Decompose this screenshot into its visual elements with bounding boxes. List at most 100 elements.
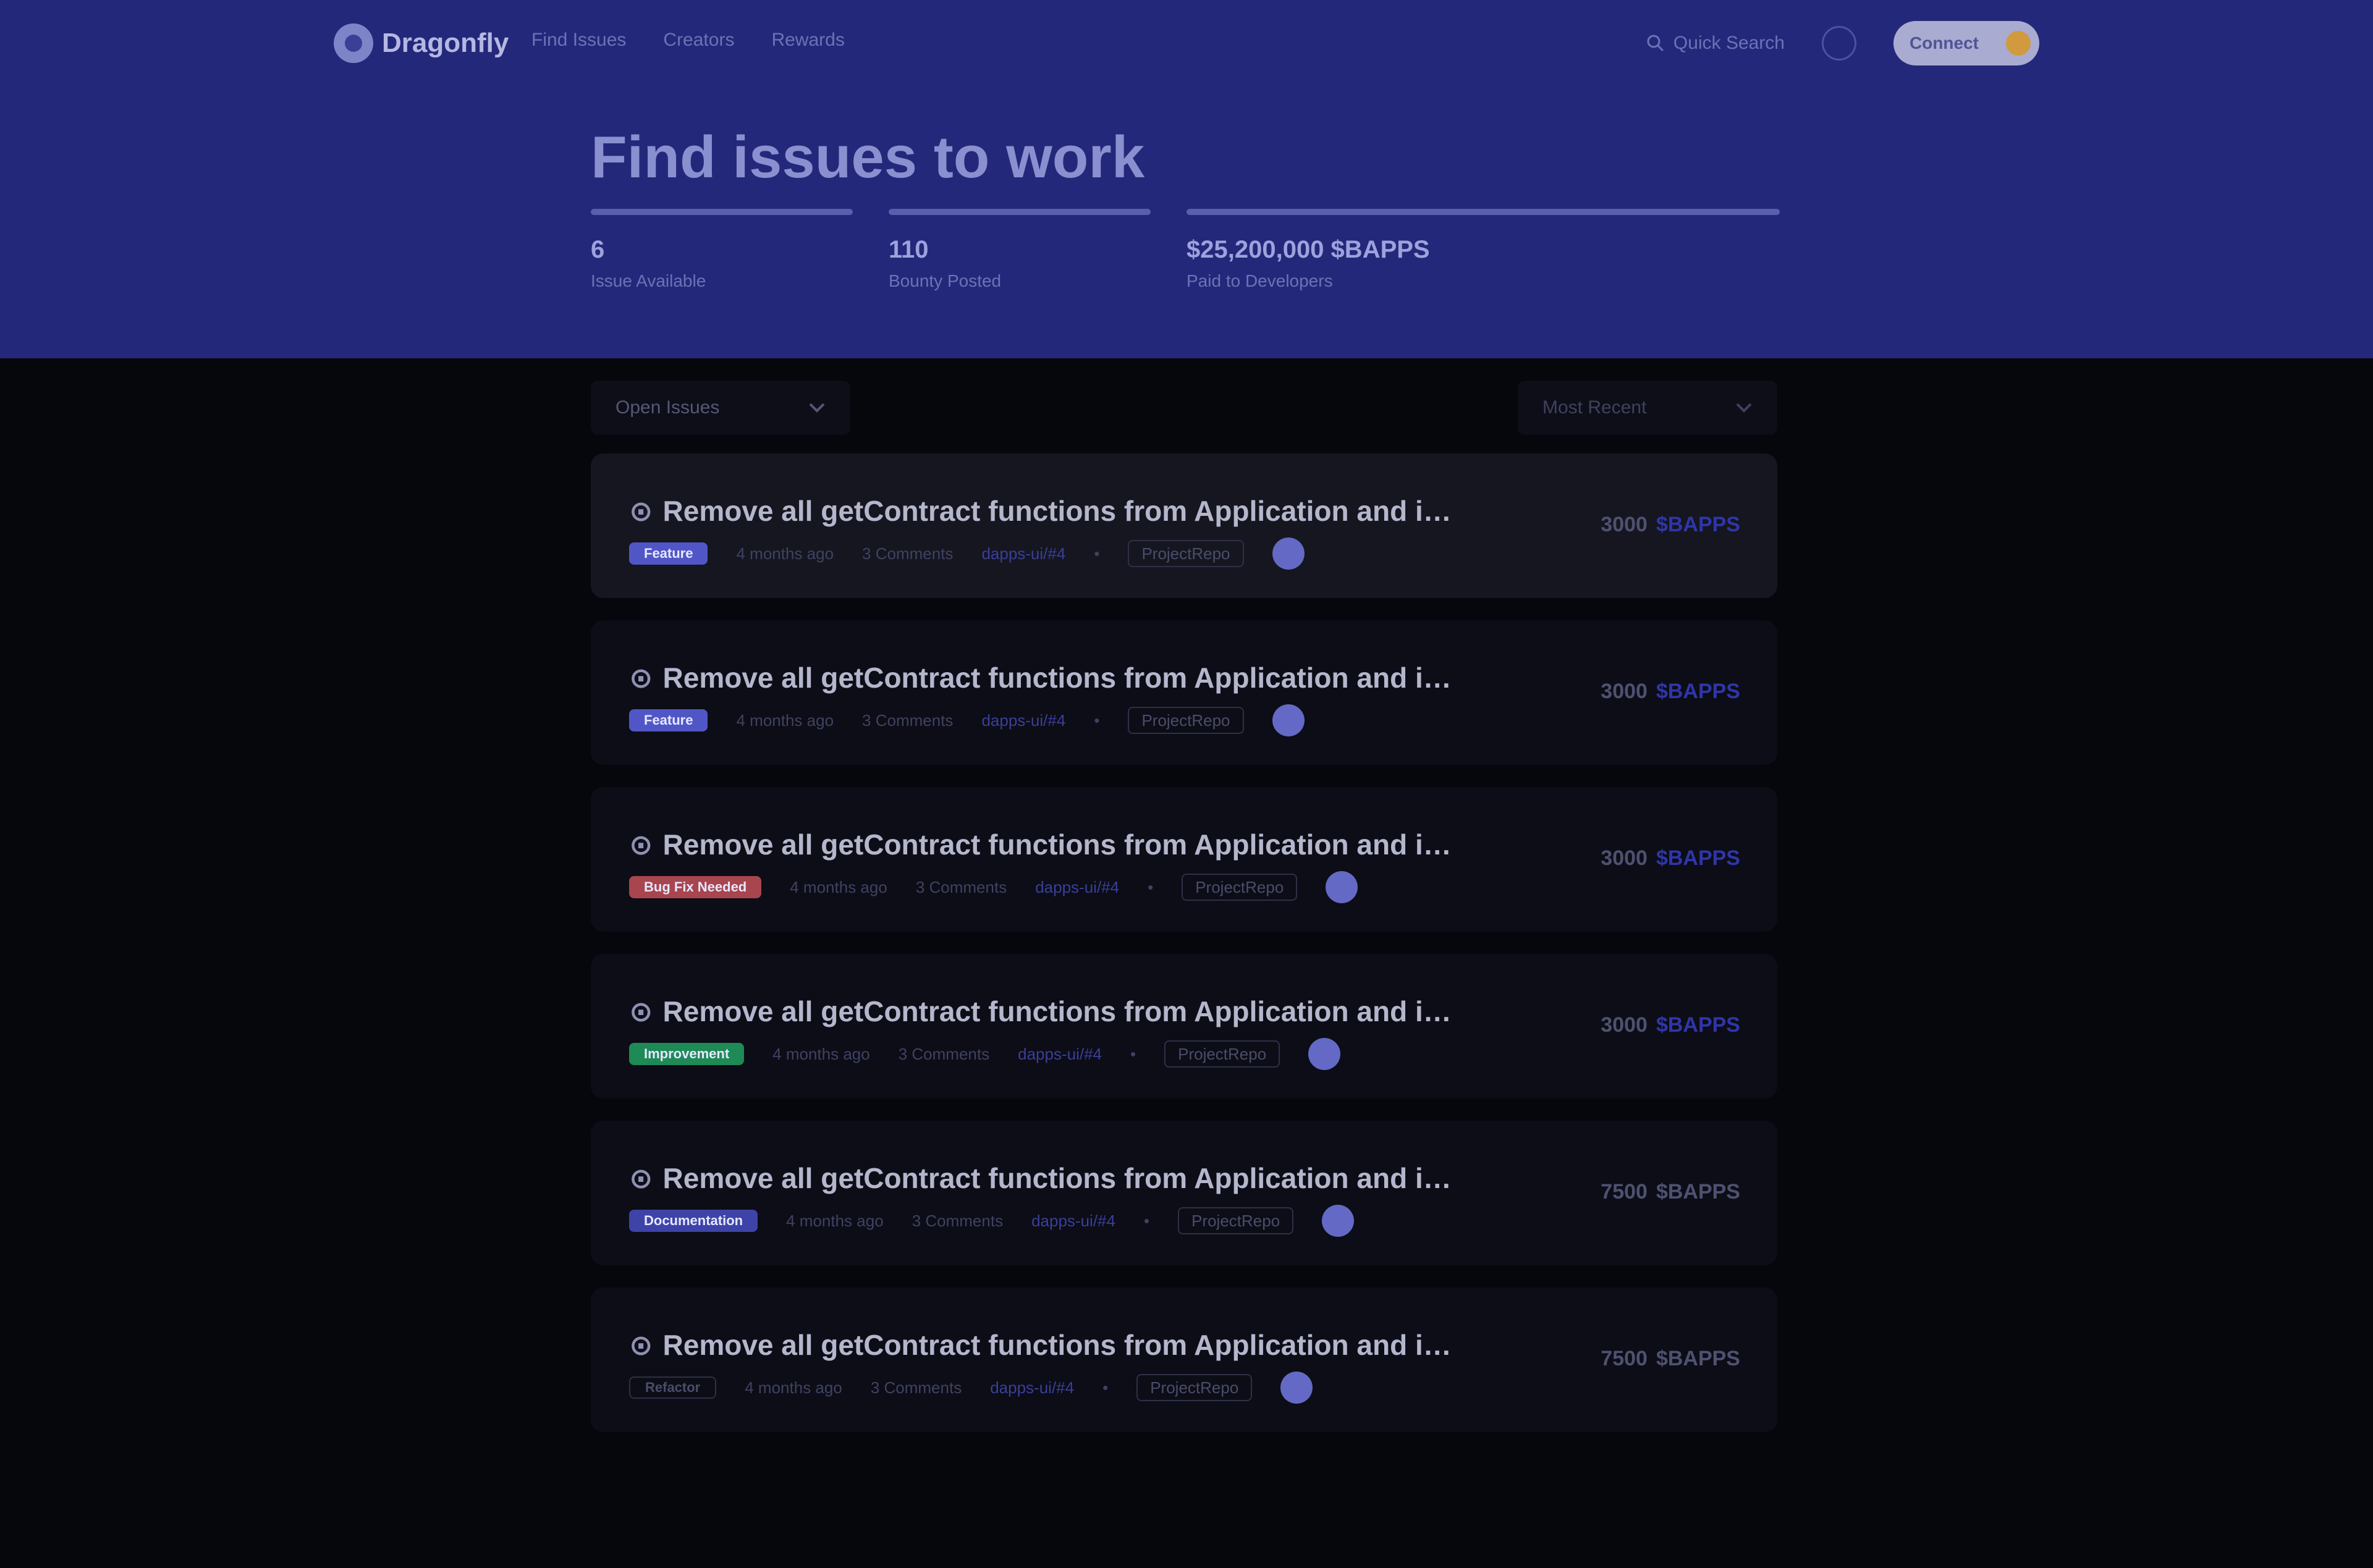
stat-bar bbox=[591, 209, 853, 215]
main-nav: Find Issues Creators Rewards bbox=[531, 30, 845, 51]
issue-list: ⊙ Remove all getContract functions from A… bbox=[591, 453, 1777, 1454]
reward-amount: 3000 bbox=[1601, 680, 1648, 703]
separator-dot: • bbox=[1148, 877, 1154, 896]
issue-filter-dropdown[interactable]: Open Issues bbox=[591, 381, 850, 435]
stat-value: 110 bbox=[889, 236, 929, 263]
reward-currency: $BAPPS bbox=[1656, 1347, 1740, 1370]
reward-amount: 7500 bbox=[1601, 1347, 1648, 1370]
issue-posted: 4 months ago bbox=[745, 1378, 842, 1397]
issue-card[interactable]: ⊙ Remove all getContract functions from A… bbox=[591, 620, 1777, 765]
issue-meta: Documentation 4 months ago 3 Comments da… bbox=[629, 1201, 1355, 1241]
reward-amount: 3000 bbox=[1601, 1013, 1648, 1037]
issue-card[interactable]: ⊙ Remove all getContract functions from A… bbox=[591, 954, 1777, 1098]
reward-amount: 3000 bbox=[1601, 846, 1648, 870]
issue-link[interactable]: dapps-ui/#4 bbox=[981, 711, 1065, 730]
issue-link[interactable]: dapps-ui/#4 bbox=[1018, 1045, 1102, 1064]
nav-item-creators[interactable]: Creators bbox=[663, 30, 734, 51]
theme-toggle-button[interactable] bbox=[1822, 26, 1856, 61]
logo-icon bbox=[334, 23, 373, 63]
issue-card[interactable]: ⊙ Remove all getContract functions from A… bbox=[591, 453, 1777, 598]
stat-value: 6 bbox=[591, 236, 605, 263]
issue-link[interactable]: dapps-ui/#4 bbox=[1031, 1212, 1115, 1231]
issue-posted: 4 months ago bbox=[736, 710, 834, 730]
issue-comments[interactable]: 3 Comments bbox=[899, 1045, 989, 1064]
issue-title[interactable]: ⊙ Remove all getContract functions from A… bbox=[629, 995, 1457, 1028]
issue-tag: Feature bbox=[629, 542, 708, 565]
issue-title[interactable]: ⊙ Remove all getContract functions from A… bbox=[629, 1328, 1457, 1362]
issue-posted: 4 months ago bbox=[786, 1211, 884, 1230]
topbar-actions: Quick Search Connect bbox=[1646, 21, 2039, 65]
issue-link[interactable]: dapps-ui/#4 bbox=[990, 1378, 1074, 1397]
issue-comments[interactable]: 3 Comments bbox=[916, 878, 1007, 897]
issue-reward: 3000 $BAPPS bbox=[1601, 846, 1740, 870]
quick-search-button[interactable]: Quick Search bbox=[1646, 33, 1785, 54]
issue-meta: Feature 4 months ago 3 Comments dapps-ui… bbox=[629, 534, 1305, 573]
issue-reward: 3000 $BAPPS bbox=[1601, 680, 1740, 704]
separator-dot: • bbox=[1130, 1044, 1136, 1063]
reward-amount: 7500 bbox=[1601, 1180, 1648, 1203]
top-navbar: Dragonfly Find Issues Creators Rewards Q… bbox=[0, 0, 2373, 86]
stat-label: Issue Available bbox=[591, 271, 706, 290]
issue-title[interactable]: ⊙ Remove all getContract functions from A… bbox=[629, 1161, 1457, 1195]
wallet-icon bbox=[2006, 31, 2031, 56]
issue-tag: Refactor bbox=[629, 1376, 717, 1399]
issue-tag: Bug Fix Needed bbox=[629, 876, 762, 898]
connect-wallet-button[interactable]: Connect bbox=[1893, 21, 2039, 65]
stat-issues-available: 6 Issue Available bbox=[591, 209, 853, 291]
issue-comments[interactable]: 3 Comments bbox=[862, 711, 953, 730]
issue-card[interactable]: ⊙ Remove all getContract functions from A… bbox=[591, 787, 1777, 932]
hero-header: Dragonfly Find Issues Creators Rewards Q… bbox=[0, 0, 2373, 358]
nav-item-find-issues[interactable]: Find Issues bbox=[531, 30, 626, 51]
issue-title[interactable]: ⊙ Remove all getContract functions from A… bbox=[629, 828, 1457, 861]
logo[interactable]: Dragonfly bbox=[334, 22, 509, 64]
issue-comments[interactable]: 3 Comments bbox=[912, 1212, 1003, 1231]
issue-comments[interactable]: 3 Comments bbox=[862, 544, 953, 563]
issue-icon: ⊙ bbox=[629, 828, 653, 861]
reward-amount: 3000 bbox=[1601, 513, 1648, 536]
nav-item-rewards[interactable]: Rewards bbox=[771, 30, 844, 51]
stat-value: $25,200,000 $BAPPS bbox=[1186, 236, 1430, 263]
issue-title-text: Remove all getContract functions from Ap… bbox=[662, 495, 1457, 527]
issue-title-text: Remove all getContract functions from Ap… bbox=[662, 1162, 1457, 1194]
issue-card[interactable]: ⊙ Remove all getContract functions from A… bbox=[591, 1288, 1777, 1432]
issue-link[interactable]: dapps-ui/#4 bbox=[981, 544, 1065, 563]
reward-currency: $BAPPS bbox=[1656, 846, 1740, 870]
issue-link[interactable]: dapps-ui/#4 bbox=[1035, 878, 1119, 897]
avatar[interactable] bbox=[1326, 871, 1358, 903]
chevron-down-icon bbox=[1736, 403, 1752, 413]
stat-paid-developers: $25,200,000 $BAPPS Paid to Developers bbox=[1186, 209, 1780, 291]
stat-bar bbox=[1186, 209, 1780, 215]
avatar[interactable] bbox=[1308, 1038, 1341, 1070]
sort-dropdown[interactable]: Most Recent bbox=[1518, 381, 1777, 435]
stat-label: Paid to Developers bbox=[1186, 271, 1333, 290]
issue-title[interactable]: ⊙ Remove all getContract functions from A… bbox=[629, 661, 1457, 694]
avatar[interactable] bbox=[1280, 1372, 1313, 1404]
issue-icon: ⊙ bbox=[629, 995, 653, 1027]
issue-posted: 4 months ago bbox=[790, 877, 887, 896]
issue-title[interactable]: ⊙ Remove all getContract functions from A… bbox=[629, 494, 1457, 528]
issue-repo[interactable]: ProjectRepo bbox=[1128, 707, 1244, 734]
avatar[interactable] bbox=[1272, 704, 1305, 736]
separator-dot: • bbox=[1094, 544, 1100, 563]
issue-repo[interactable]: ProjectRepo bbox=[1128, 540, 1244, 567]
issue-meta: Feature 4 months ago 3 Comments dapps-ui… bbox=[629, 701, 1305, 740]
issue-repo[interactable]: ProjectRepo bbox=[1136, 1374, 1253, 1401]
avatar[interactable] bbox=[1272, 537, 1305, 570]
avatar[interactable] bbox=[1322, 1205, 1355, 1237]
issue-repo[interactable]: ProjectRepo bbox=[1182, 874, 1298, 901]
issue-title-text: Remove all getContract functions from Ap… bbox=[662, 828, 1457, 861]
issue-repo[interactable]: ProjectRepo bbox=[1164, 1040, 1280, 1068]
issue-posted: 4 months ago bbox=[772, 1044, 870, 1063]
page: Dragonfly Find Issues Creators Rewards Q… bbox=[0, 0, 2373, 1568]
issue-icon: ⊙ bbox=[629, 1162, 653, 1194]
issue-repo[interactable]: ProjectRepo bbox=[1178, 1207, 1294, 1234]
issue-comments[interactable]: 3 Comments bbox=[871, 1378, 962, 1397]
issue-reward: 7500 $BAPPS bbox=[1601, 1180, 1740, 1204]
reward-currency: $BAPPS bbox=[1656, 1013, 1740, 1037]
issue-title-text: Remove all getContract functions from Ap… bbox=[662, 1329, 1457, 1361]
issue-tag: Improvement bbox=[629, 1043, 745, 1065]
issue-tag: Feature bbox=[629, 709, 708, 731]
chevron-down-icon bbox=[809, 403, 825, 413]
issue-card[interactable]: ⊙ Remove all getContract functions from A… bbox=[591, 1121, 1777, 1265]
issue-title-text: Remove all getContract functions from Ap… bbox=[662, 995, 1457, 1027]
